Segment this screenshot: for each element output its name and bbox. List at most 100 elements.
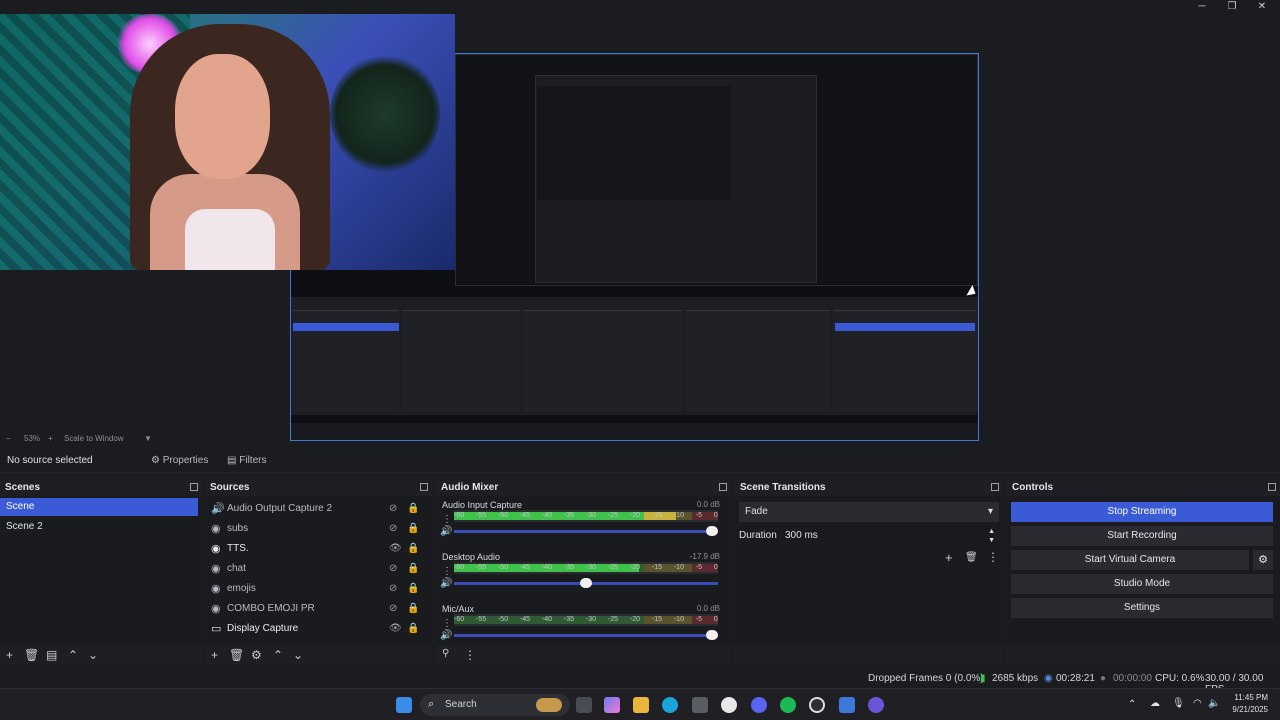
filter-icon[interactable]: ▤ [46,648,57,662]
zoom-out-button[interactable]: − [6,434,11,443]
add-icon[interactable]: + [211,648,218,662]
speaker-icon[interactable]: 🔊 [440,630,452,641]
app2-icon[interactable] [839,697,855,713]
undock-icon[interactable] [719,483,727,491]
trash-icon[interactable]: 🗑 [965,552,978,563]
volume-icon[interactable]: 🔈 [1208,698,1220,709]
edge-icon[interactable] [662,697,678,713]
duration-input[interactable]: 300 ms ▲ ▼ [781,526,999,546]
lock-icon[interactable]: 🔒 [407,520,419,538]
trash-icon[interactable]: 🗑 [229,648,244,662]
add-icon[interactable]: + [945,550,953,565]
nested-sources-dock [402,310,520,412]
lock-icon[interactable]: 🔒 [407,500,419,518]
more-icon[interactable]: ⋮ [442,566,452,577]
volume-slider[interactable] [454,578,718,588]
cloud-icon[interactable]: ☁ [1150,698,1160,709]
undock-icon[interactable] [420,483,428,491]
source-item[interactable]: ▭ Display Capture 👁 🔒 [205,620,425,638]
transition-select[interactable]: Fade ▾ [739,502,999,522]
no-source-label: No source selected [7,455,93,466]
task-view-icon[interactable] [576,697,592,713]
copilot-icon[interactable] [604,697,620,713]
start-recording-button[interactable]: Start Recording [1011,526,1273,546]
studio-mode-button[interactable]: Studio Mode [1011,574,1273,594]
source-item[interactable]: ◉ subs ⊘ 🔒 [205,520,425,538]
obs-icon[interactable] [809,697,825,713]
lock-icon[interactable]: 🔒 [407,560,419,578]
gear-icon[interactable]: ⚙ [251,648,262,662]
undock-icon[interactable] [190,483,198,491]
properties-button[interactable]: ⚙ Properties [151,455,208,466]
slider-handle[interactable] [706,630,718,640]
browser-icon: ◉ [211,523,221,535]
start-virtual-camera-button[interactable]: Start Virtual Camera [1011,550,1249,570]
minimize-button[interactable]: ─ [1188,0,1216,14]
mic-icon[interactable]: 🎙 [1172,698,1185,709]
lock-icon[interactable]: 🔒 [407,580,419,598]
source-label: TTS. [227,543,249,554]
meter-scale: -60 -55 -50 -45 -40 -35 -30 -25 -20 -15 -10 -5 0 [454,512,718,519]
source-item[interactable]: ◉ emojis ⊘ 🔒 [205,580,425,598]
chevron-down-icon[interactable]: ⌄ [293,648,303,662]
meter-tick-label: -45 [519,564,531,571]
preview-canvas[interactable] [0,14,1280,441]
eye-off-icon[interactable]: ⊘ [389,580,397,598]
chevron-down-icon[interactable]: ⌄ [88,648,98,662]
trash-icon[interactable]: 🗑 [24,648,39,662]
chevron-down-icon[interactable]: ▼ [144,434,152,443]
settings-button[interactable]: Settings [1011,598,1273,618]
source-item[interactable]: ◉ COMBO EMOJI PR ⊘ 🔒 [205,600,425,618]
eye-off-icon[interactable]: ⊘ [389,500,397,518]
store-icon[interactable] [692,697,708,713]
spotify-icon[interactable] [780,697,796,713]
windows-start-icon[interactable] [396,697,412,713]
undock-icon[interactable] [991,483,999,491]
app-icon[interactable] [721,697,737,713]
app3-icon[interactable] [868,697,884,713]
chevron-up-icon[interactable]: ⌃ [68,648,78,662]
more-icon[interactable]: ⋮ [464,648,476,662]
file-explorer-icon[interactable] [633,697,649,713]
scene-item[interactable]: Scene 2 [0,518,198,536]
clock-date[interactable]: 9/21/2025 [1222,705,1268,714]
speaker-icon[interactable]: 🔊 [440,526,452,537]
discord-icon[interactable] [751,697,767,713]
chevron-up-icon[interactable]: ⌃ [1128,699,1136,710]
lock-icon[interactable]: 🔒 [407,620,419,638]
clock-time[interactable]: 11:45 PM [1228,693,1268,702]
filters-button[interactable]: ▤ Filters [227,455,266,466]
more-icon[interactable]: ⋮ [442,618,452,629]
eye-off-icon[interactable]: ⊘ [389,560,397,578]
scale-mode[interactable]: Scale to Window [64,434,124,443]
taskbar-search[interactable]: ⌕ Search [420,694,570,716]
source-item[interactable]: ◉ chat ⊘ 🔒 [205,560,425,578]
speaker-icon[interactable]: 🔊 [440,578,452,589]
chevron-up-icon[interactable]: ⌃ [273,648,283,662]
lock-icon[interactable]: 🔒 [407,600,419,618]
link-icon[interactable]: ⚲ [442,648,449,659]
volume-slider[interactable] [454,630,718,640]
spinner-icon[interactable]: ▲ ▼ [988,527,995,545]
scene-item[interactable]: Scene [0,498,198,516]
add-icon[interactable]: + [6,648,13,662]
more-icon[interactable]: ⋮ [987,550,999,564]
volume-slider[interactable] [454,526,718,536]
stop-streaming-button[interactable]: Stop Streaming [1011,502,1273,522]
close-button[interactable]: ✕ [1248,0,1276,14]
source-item[interactable]: 🔊 Audio Output Capture 2 ⊘ 🔒 [205,500,425,518]
eye-off-icon[interactable]: ⊘ [389,600,397,618]
slider-handle[interactable] [580,578,592,588]
eye-icon[interactable]: 👁 [389,620,402,638]
eye-off-icon[interactable]: ⊘ [389,520,397,538]
undock-icon[interactable] [1268,483,1276,491]
zoom-in-button[interactable]: + [48,434,53,443]
gear-icon[interactable]: ⚙ [1253,550,1273,570]
slider-handle[interactable] [706,526,718,536]
eye-icon[interactable]: 👁 [389,540,402,558]
source-item[interactable]: ◉ TTS. 👁 🔒 [205,540,425,558]
lock-icon[interactable]: 🔒 [407,540,419,558]
more-icon[interactable]: ⋮ [442,514,452,525]
wifi-icon[interactable]: ◠ [1193,698,1202,709]
restore-button[interactable]: ❐ [1218,0,1246,14]
